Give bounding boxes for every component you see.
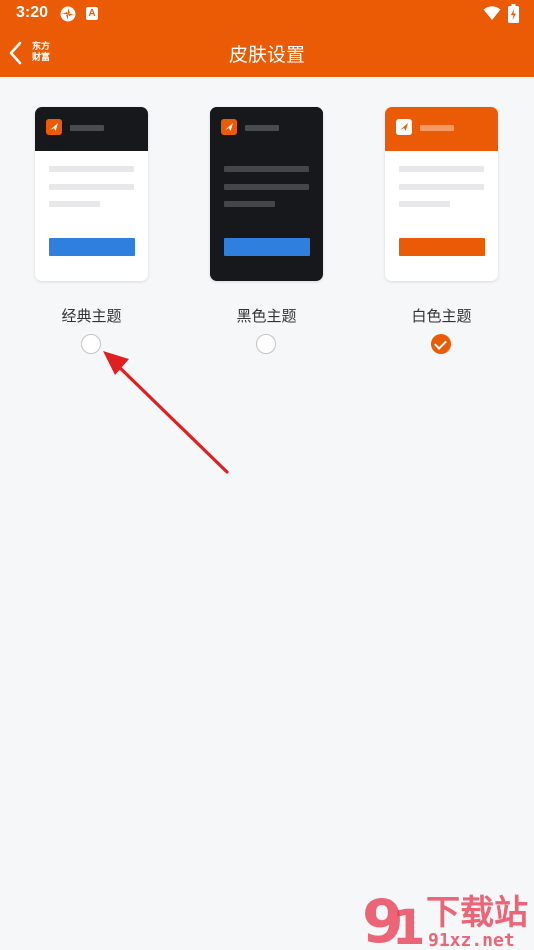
preview-button (49, 238, 135, 256)
annotation-arrow-icon (103, 351, 229, 474)
preview-line (49, 166, 134, 172)
page-title: 皮肤设置 (228, 44, 305, 66)
theme-label-white: 白色主题 (411, 307, 472, 325)
status-time: 3:20 (16, 4, 49, 21)
preview-title-bar (420, 125, 454, 131)
app-logo-icon (221, 119, 237, 135)
status-bar: 3:20 A (0, 0, 534, 28)
theme-card-black[interactable] (210, 107, 323, 281)
watermark-main: 下载站 (426, 893, 528, 933)
preview-line (399, 201, 450, 207)
app-logo-icon (46, 119, 62, 135)
notification-a-icon: A (86, 7, 98, 20)
wifi-icon (483, 6, 501, 20)
theme-label-black: 黑色主题 (236, 307, 297, 325)
preview-line (399, 166, 484, 172)
preview-line (49, 201, 100, 207)
preview-title-bar (70, 125, 104, 131)
preview-header (35, 107, 148, 151)
watermark-sub: 91xz.net (428, 930, 515, 950)
sync-status-icon (60, 6, 76, 22)
preview-line (49, 184, 134, 190)
theme-radio-black[interactable] (256, 334, 276, 354)
preview-line (399, 184, 484, 190)
preview-line (224, 166, 309, 172)
preview-header (385, 107, 498, 151)
preview-button (399, 238, 485, 256)
watermark-logo: 9 1 下载站 91xz.net (362, 887, 528, 950)
theme-card-white[interactable] (385, 107, 498, 281)
app-header: 3:20 A 东方财富 皮肤设置 (0, 0, 534, 77)
preview-title-bar (245, 125, 279, 131)
theme-label-classic: 经典主题 (61, 307, 122, 325)
preview-line (224, 201, 275, 207)
svg-text:1: 1 (392, 900, 425, 950)
preview-button (224, 238, 310, 256)
theme-radio-white[interactable] (431, 334, 451, 354)
theme-card-classic[interactable] (35, 107, 148, 281)
preview-header (210, 107, 323, 151)
battery-icon (508, 4, 519, 23)
app-logo-icon (396, 119, 412, 135)
preview-line (224, 184, 309, 190)
